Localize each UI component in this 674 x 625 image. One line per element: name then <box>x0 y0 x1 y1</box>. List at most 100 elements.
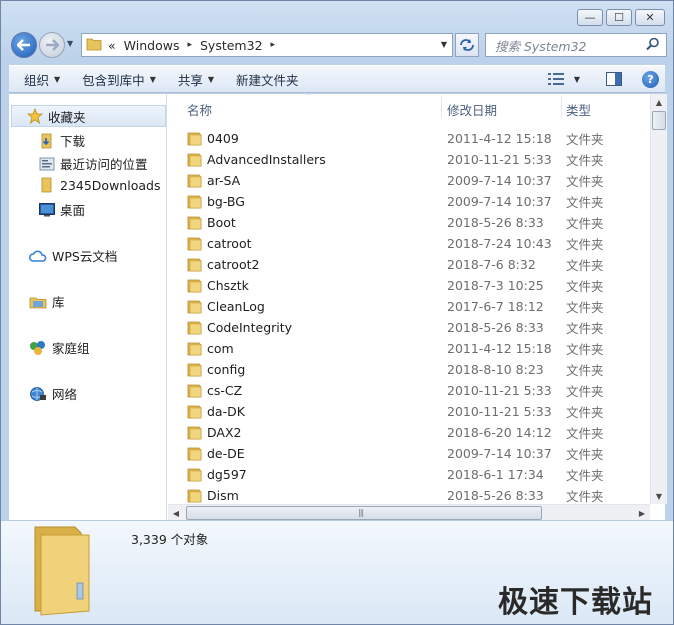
close-icon: ✕ <box>645 11 655 24</box>
table-row[interactable]: catroot 2018-7-24 10:43 文件夹 <box>168 233 650 254</box>
share-button[interactable]: 共享 ▼ <box>169 66 223 92</box>
file-name: catroot <box>207 236 252 251</box>
sidebar-item-label: 网络 <box>52 387 78 402</box>
table-row[interactable]: cs-CZ 2010-11-21 5:33 文件夹 <box>168 380 650 401</box>
folder-icon <box>187 489 202 504</box>
minimize-icon: — <box>584 11 596 24</box>
column-header-type[interactable]: 类型 <box>566 100 591 119</box>
table-row[interactable]: CodeIntegrity 2018-5-26 8:33 文件夹 <box>168 317 650 338</box>
address-dropdown-icon[interactable]: ▼ <box>441 40 447 49</box>
view-options-button[interactable]: ▼ <box>547 73 580 85</box>
sidebar-item-downloads[interactable]: 下载 <box>39 131 85 150</box>
file-name: de-DE <box>207 446 245 461</box>
refresh-button[interactable] <box>455 33 479 57</box>
maximize-button[interactable]: ☐ <box>606 9 632 26</box>
sidebar-item-libraries[interactable]: 库 <box>29 292 65 311</box>
window-controls: — ☐ ✕ <box>574 9 665 26</box>
file-date: 2011-4-12 15:18 <box>447 131 552 146</box>
file-name: DAX2 <box>207 425 242 440</box>
scroll-up-icon[interactable]: ▲ <box>651 94 667 110</box>
column-divider[interactable] <box>441 96 442 118</box>
table-row[interactable]: Boot 2018-5-26 8:33 文件夹 <box>168 212 650 233</box>
close-button[interactable]: ✕ <box>635 9 665 26</box>
file-name: catroot2 <box>207 257 260 272</box>
sidebar-item-2345downloads[interactable]: 2345Downloads <box>39 177 160 193</box>
recent-pages-dropdown[interactable]: ▼ <box>67 39 73 48</box>
scroll-right-icon[interactable]: ▶ <box>634 505 650 521</box>
new-folder-label: 新建文件夹 <box>236 72 299 88</box>
breadcrumb-system32[interactable]: System32 <box>200 38 263 53</box>
breadcrumb-windows[interactable]: Windows <box>124 38 180 53</box>
sidebar-item-network[interactable]: 网络 <box>29 384 77 403</box>
new-folder-button[interactable]: 新建文件夹 <box>227 66 308 92</box>
folder-icon <box>187 363 202 380</box>
file-type: 文件夹 <box>566 426 604 441</box>
file-type: 文件夹 <box>566 237 604 252</box>
sidebar-item-recent-places[interactable]: 最近访问的位置 <box>39 154 148 173</box>
table-row[interactable]: da-DK 2010-11-21 5:33 文件夹 <box>168 401 650 422</box>
star-icon <box>27 108 43 124</box>
file-name: Boot <box>207 215 236 230</box>
address-overflow[interactable]: « <box>108 38 116 53</box>
horizontal-scroll-thumb[interactable]: ||| <box>186 506 542 520</box>
forward-button[interactable] <box>39 32 65 58</box>
table-row[interactable]: com 2011-4-12 15:18 文件夹 <box>168 338 650 359</box>
vertical-scroll-thumb[interactable] <box>652 111 666 130</box>
minimize-button[interactable]: — <box>577 9 603 26</box>
table-row[interactable]: de-DE 2009-7-14 10:37 文件夹 <box>168 443 650 464</box>
file-date: 2010-11-21 5:33 <box>447 152 552 167</box>
file-date: 2009-7-14 10:37 <box>447 446 552 461</box>
folder-icon <box>187 258 202 275</box>
chevron-down-icon: ▼ <box>54 74 61 84</box>
table-row[interactable]: CleanLog 2017-6-7 18:12 文件夹 <box>168 296 650 317</box>
column-header-date[interactable]: 修改日期 <box>447 100 497 119</box>
scroll-left-icon[interactable]: ◀ <box>168 505 184 521</box>
file-date: 2018-7-24 10:43 <box>447 236 552 251</box>
sidebar-item-desktop[interactable]: 桌面 <box>39 200 85 219</box>
file-name: dg597 <box>207 467 247 482</box>
search-input[interactable]: 搜索 System32 <box>485 33 667 57</box>
sidebar-item-homegroup[interactable]: 家庭组 <box>29 338 90 357</box>
address-bar[interactable]: « Windows ▸ System32 ▸ ▼ <box>81 33 453 57</box>
back-button[interactable] <box>11 32 37 58</box>
details-pane: 3,339 个对象 极速下载站 <box>1 520 673 624</box>
file-type: 文件夹 <box>566 363 604 378</box>
toolbar-right: ▼ ? <box>540 66 665 92</box>
breadcrumb-separator-icon[interactable]: ▸ <box>271 40 276 50</box>
folder-icon <box>187 405 202 422</box>
search-icon[interactable] <box>646 37 660 55</box>
file-date: 2018-6-1 17:34 <box>447 467 544 482</box>
download-folder-icon <box>39 133 55 149</box>
folder-icon <box>187 321 202 338</box>
help-button[interactable]: ? <box>642 70 659 88</box>
folder-icon <box>187 342 202 359</box>
organize-button[interactable]: 组织 ▼ <box>15 66 69 92</box>
include-in-library-button[interactable]: 包含到库中 ▼ <box>73 66 165 92</box>
vertical-scrollbar[interactable]: ▲ ▼ <box>650 94 667 504</box>
breadcrumb-separator-icon[interactable]: ▸ <box>187 40 192 50</box>
sidebar-item-wps-cloud[interactable]: WPS云文档 <box>29 246 117 265</box>
file-list: ⌃ 名称 修改日期 类型 0409 2011-4-12 15:18 文件夹 Advan… <box>168 94 650 504</box>
table-row[interactable]: Dism 2018-5-26 8:33 文件夹 <box>168 485 650 504</box>
file-type: 文件夹 <box>566 174 604 189</box>
table-row[interactable]: bg-BG 2009-7-14 10:37 文件夹 <box>168 191 650 212</box>
table-row[interactable]: 0409 2011-4-12 15:18 文件夹 <box>168 128 650 149</box>
table-row[interactable]: Chsztk 2018-7-3 10:25 文件夹 <box>168 275 650 296</box>
horizontal-scrollbar[interactable]: ◀ ||| ▶ <box>168 504 650 521</box>
table-row[interactable]: DAX2 2018-6-20 14:12 文件夹 <box>168 422 650 443</box>
sidebar-item-favorites[interactable]: 收藏夹 <box>11 105 166 127</box>
scroll-down-icon[interactable]: ▼ <box>651 488 667 504</box>
file-date: 2011-4-12 15:18 <box>447 341 552 356</box>
sidebar-item-label: 桌面 <box>60 203 86 218</box>
table-row[interactable]: config 2018-8-10 8:23 文件夹 <box>168 359 650 380</box>
table-row[interactable]: dg597 2018-6-1 17:34 文件夹 <box>168 464 650 485</box>
column-header-name[interactable]: 名称 <box>187 100 212 119</box>
table-row[interactable]: catroot2 2018-7-6 8:32 文件夹 <box>168 254 650 275</box>
table-row[interactable]: ar-SA 2009-7-14 10:37 文件夹 <box>168 170 650 191</box>
table-row[interactable]: AdvancedInstallers 2010-11-21 5:33 文件夹 <box>168 149 650 170</box>
folder-icon <box>187 300 202 317</box>
preview-pane-button[interactable] <box>606 72 622 86</box>
file-type: 文件夹 <box>566 342 604 357</box>
column-divider[interactable] <box>561 96 562 118</box>
view-list-icon <box>547 73 564 85</box>
